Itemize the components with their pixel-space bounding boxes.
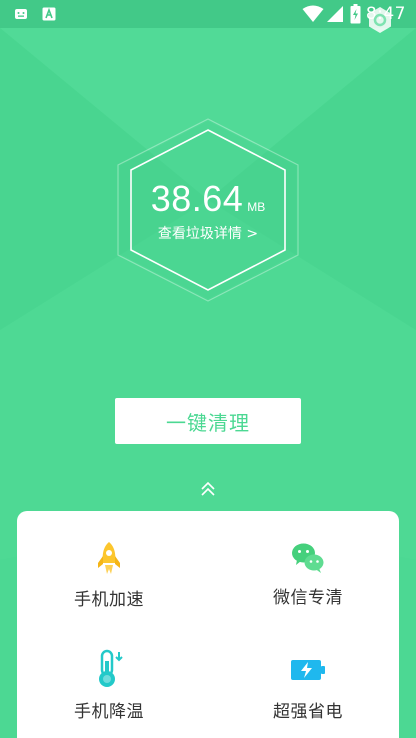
expand-chevron-up-icon[interactable] xyxy=(199,481,217,497)
tools-panel: 手机加速 微信专清 手机降温 超强省电 xyxy=(17,511,399,738)
one-tap-clean-button[interactable]: 一键清理 xyxy=(115,398,301,444)
tool-phone-cooldown[interactable]: 手机降温 xyxy=(34,649,184,722)
tool-power-saving[interactable]: 超强省电 xyxy=(233,649,383,722)
tool-phone-speedup[interactable]: 手机加速 xyxy=(34,541,184,610)
wechat-icon xyxy=(292,543,324,573)
settings-gear-icon[interactable] xyxy=(366,6,394,34)
battery-charge-icon xyxy=(291,660,325,680)
junk-size-readout: 38.64 MB xyxy=(0,178,416,220)
rocket-icon xyxy=(98,542,120,574)
status-bar: 8:47 xyxy=(0,0,416,28)
battery-charging-icon xyxy=(350,4,361,24)
android-a-icon xyxy=(42,7,56,21)
tool-wechat-clean[interactable]: 微信专清 xyxy=(233,541,383,608)
wifi-icon xyxy=(302,5,324,22)
junk-size-unit: MB xyxy=(247,200,266,214)
thermometer-icon xyxy=(99,649,123,687)
cellular-signal-icon xyxy=(327,6,343,22)
tool-phone-speedup-label: 手机加速 xyxy=(74,590,144,610)
tool-wechat-clean-label: 微信专清 xyxy=(273,588,343,608)
junk-detail-link[interactable]: 查看垃圾详情 > xyxy=(0,223,416,243)
tool-phone-cooldown-label: 手机降温 xyxy=(74,702,144,722)
notification-icon xyxy=(15,9,27,19)
tool-power-saving-label: 超强省电 xyxy=(273,702,343,722)
junk-size-number: 38.64 xyxy=(150,178,244,219)
